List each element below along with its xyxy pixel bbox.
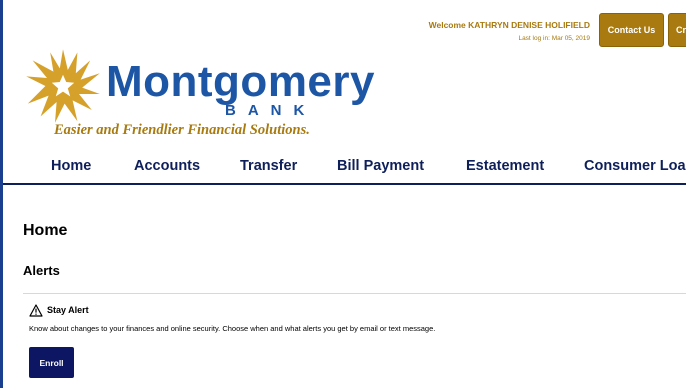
alert-description: Know about changes to your finances and … <box>29 324 436 333</box>
section-divider <box>23 293 686 294</box>
alert-title: Stay Alert <box>47 305 89 315</box>
page-title: Home <box>23 222 68 239</box>
header-cut-off-button[interactable]: Cr <box>668 13 686 47</box>
nav-item-transfer[interactable]: Transfer <box>240 158 297 174</box>
contact-us-button[interactable]: Contact Us <box>599 13 664 47</box>
nav-item-accounts[interactable]: Accounts <box>134 158 200 174</box>
nav-item-estatement[interactable]: Estatement <box>466 158 544 174</box>
logo-bank-text: BANK <box>225 102 317 119</box>
nav-divider <box>3 183 686 185</box>
nav-item-bill-payment[interactable]: Bill Payment <box>337 158 424 174</box>
user-name: KATHRYN DENISE HOLIFIELD <box>468 20 590 30</box>
sunburst-logo-icon <box>26 49 100 123</box>
main-nav: Home Accounts Transfer Bill Payment Esta… <box>3 156 686 184</box>
logo-tagline: Easier and Friendlier Financial Solution… <box>54 122 310 138</box>
last-login-text: Last log in: Mar 05, 2019 <box>518 35 590 42</box>
enroll-button[interactable]: Enroll <box>29 347 74 378</box>
logo-name: Montgomery <box>106 57 375 106</box>
nav-item-consumer-loan[interactable]: Consumer Loan <box>584 158 686 174</box>
welcome-message: Welcome KATHRYN DENISE HOLIFIELD <box>353 20 590 30</box>
welcome-prefix: Welcome <box>428 20 466 30</box>
alerts-heading: Alerts <box>23 263 60 278</box>
page-frame: Welcome KATHRYN DENISE HOLIFIELD Last lo… <box>0 0 686 388</box>
nav-item-home[interactable]: Home <box>51 158 91 174</box>
warning-icon <box>29 303 43 317</box>
alert-header: Stay Alert <box>29 302 89 318</box>
